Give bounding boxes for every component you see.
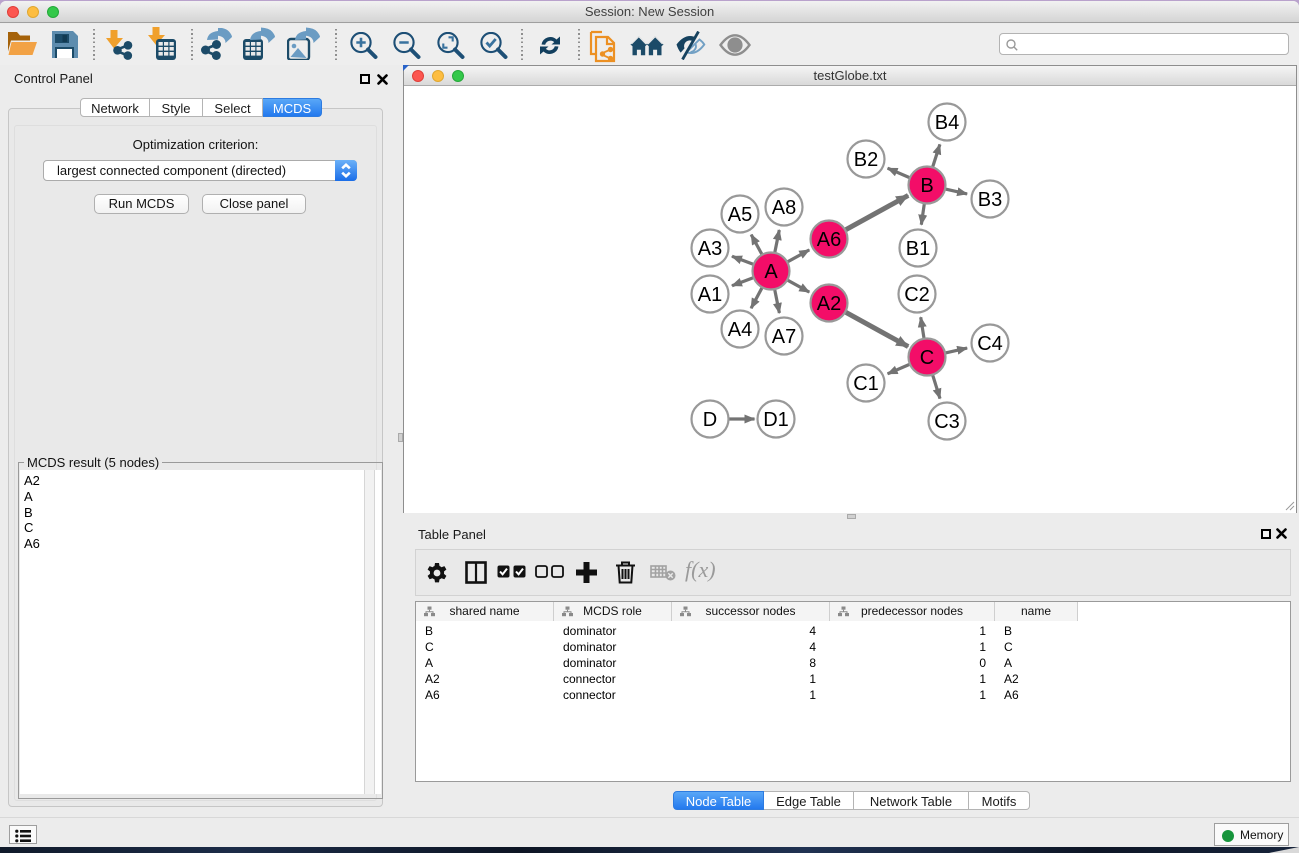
svg-text:A5: A5 [728, 204, 752, 226]
svg-text:C4: C4 [977, 333, 1003, 355]
svg-text:D1: D1 [763, 409, 789, 431]
svg-text:A3: A3 [698, 238, 722, 260]
svg-text:B1: B1 [906, 238, 930, 260]
svg-text:C1: C1 [853, 373, 879, 395]
svg-text:C3: C3 [934, 411, 960, 433]
svg-text:B2: B2 [854, 149, 878, 171]
svg-text:A1: A1 [698, 284, 722, 306]
svg-text:B3: B3 [978, 189, 1002, 211]
svg-text:A4: A4 [728, 319, 752, 341]
svg-text:A7: A7 [772, 326, 796, 348]
svg-text:A8: A8 [772, 197, 796, 219]
svg-text:A: A [764, 261, 778, 283]
svg-text:C2: C2 [904, 284, 930, 306]
svg-text:C: C [920, 347, 934, 369]
svg-text:D: D [703, 409, 717, 431]
svg-text:A2: A2 [817, 293, 841, 315]
svg-text:B4: B4 [935, 112, 959, 134]
svg-text:B: B [920, 175, 933, 197]
svg-text:A6: A6 [817, 229, 841, 251]
